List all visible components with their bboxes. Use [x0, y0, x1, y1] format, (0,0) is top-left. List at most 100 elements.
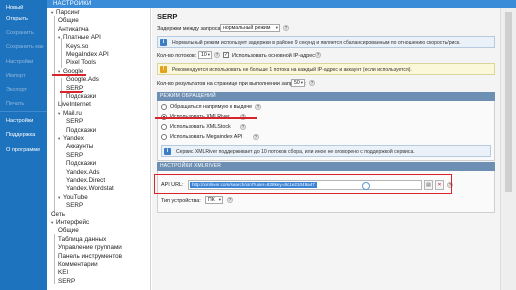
tree-node-label: Сеть	[51, 210, 66, 218]
chevron-down-icon: ▾	[218, 197, 221, 202]
tree-node-label: Панель инструментов	[58, 252, 123, 260]
settings-tree: ▾ Парсинг Общие Антикапча ▾ Платные API Keys.s…	[47, 8, 151, 290]
mode-megaindex-radio[interactable]	[161, 134, 167, 140]
device-select-value: ПК	[208, 197, 215, 203]
tree-node[interactable]: Общие	[58, 227, 79, 234]
tree-node[interactable]: Подсказки	[66, 127, 96, 134]
tree-node-label: Аккаунты	[66, 143, 94, 151]
settings-header: НАСТРОЙКИ	[47, 0, 516, 8]
help-icon[interactable]: ?	[309, 80, 315, 86]
tree-node[interactable]: Аккаунты	[66, 143, 93, 150]
tree-node-label: LiveInternet	[58, 101, 91, 109]
tree-node[interactable]: SERP	[58, 278, 75, 285]
tree-node[interactable]: ▾ Yandex	[58, 135, 84, 142]
tree-node-label: Подсказки	[66, 93, 97, 100]
scrollbar-thumb[interactable]	[505, 12, 512, 192]
tree-guide-line	[61, 38, 62, 68]
info-icon: i	[160, 39, 167, 46]
delay-select[interactable]: нормальный режим ▾	[220, 24, 280, 32]
tree-node[interactable]: ▾ Интерфейс	[51, 219, 89, 226]
sidebar-item-print[interactable]: Печать	[6, 101, 24, 107]
results-select[interactable]: 50 ▾	[291, 79, 305, 87]
tree-node[interactable]: SERP	[66, 118, 83, 125]
help-icon[interactable]: ?	[253, 134, 259, 140]
tree-node[interactable]: Сеть	[51, 211, 65, 218]
mode-megaindex-label: Использовать Megaindex API	[170, 134, 243, 140]
tree-node[interactable]: Общие	[58, 17, 79, 24]
info-icon: i	[164, 148, 171, 155]
tree-node[interactable]: Таблица данных	[58, 236, 106, 243]
tree-node[interactable]: Google.Ads	[66, 76, 99, 83]
help-icon[interactable]: ?	[315, 52, 321, 58]
sidebar-item-open[interactable]: Открыть	[6, 16, 28, 22]
tree-node[interactable]: ▾ Парсинг	[51, 9, 80, 16]
use-main-ip-checkbox[interactable]: ✓	[223, 52, 229, 58]
tree-node-label: Google.Ads	[66, 76, 99, 84]
tree-node-label: KEI	[58, 269, 69, 277]
mode-direct-radio[interactable]	[161, 104, 167, 110]
tree-node[interactable]: MegaIndex API	[66, 51, 109, 58]
sidebar-item-save[interactable]: Сохранить	[6, 30, 34, 36]
tree-node-label: SERP	[66, 202, 84, 210]
sidebar-item-settings[interactable]: Настройки	[6, 118, 33, 124]
mode-xmlstock-radio[interactable]	[161, 124, 167, 130]
tree-node-label: Парсинг	[56, 9, 80, 16]
tree-node-label: YouTube	[63, 193, 88, 201]
tree-node[interactable]: KEI	[58, 269, 68, 276]
tree-node-label: Yandex.Direct	[66, 177, 106, 184]
delay-label: Задержки между запросами:	[157, 26, 229, 32]
sidebar-item-support[interactable]: Поддержка	[6, 132, 35, 138]
normal-mode-info-text: Нормальный режим использует задержки в р…	[172, 40, 461, 46]
tree-node-label: Комментарии	[58, 261, 98, 268]
tree-node[interactable]: Панель инструментов	[58, 253, 122, 260]
tree-underline-annotation	[60, 91, 82, 94]
tree-node-label: Yandex	[63, 135, 84, 142]
help-icon[interactable]: ?	[283, 25, 289, 31]
sidebar-item-export[interactable]: Экспорт	[6, 87, 27, 93]
tree-node[interactable]: Keys.so	[66, 43, 88, 50]
mode-group: Обращаться напрямую к выдаче ? Использов…	[157, 101, 495, 161]
tree-node[interactable]: Управление группами	[58, 244, 122, 251]
tree-node-label: Yandex.Wordstat	[66, 185, 114, 193]
tree-node[interactable]: ▾ Mail.ru	[58, 110, 82, 117]
mode-xmlstock-label: Использовать XMLStock	[170, 124, 231, 130]
sidebar-item-about[interactable]: О программе	[6, 147, 40, 153]
threads-warning: ! Рекомендуется использовать не больше 1…	[157, 63, 495, 75]
mode-direct-label: Обращаться напрямую к выдаче	[170, 104, 253, 110]
tree-node[interactable]: ▾ Платные API	[58, 34, 101, 41]
tree-node[interactable]: Комментарии	[58, 261, 98, 268]
tree-node-label: Mail.ru	[63, 109, 82, 117]
tree-node[interactable]: SERP	[66, 202, 83, 209]
sidebar-item-settings-dim[interactable]: Настройки	[6, 59, 33, 65]
help-icon[interactable]: ?	[240, 124, 246, 130]
tree-node[interactable]: Yandex.Ads	[66, 169, 100, 176]
tree-node[interactable]: Yandex.Direct	[66, 177, 105, 184]
device-select[interactable]: ПК ▾	[205, 196, 223, 204]
results-label: Кол-во результатов на странице при выпол…	[157, 81, 306, 87]
tree-node[interactable]: SERP	[66, 152, 83, 159]
tree-node-label: SERP	[66, 118, 84, 126]
help-icon[interactable]: ?	[214, 52, 220, 58]
api-url-highlight-annotation	[154, 174, 452, 194]
tree-node[interactable]: Подсказки	[66, 160, 96, 167]
tree-node-label: Yandex.Ads	[66, 168, 100, 176]
results-select-value: 50	[294, 80, 300, 86]
threads-select-value: 10	[201, 52, 207, 58]
tree-node[interactable]: Yandex.Wordstat	[66, 185, 114, 192]
tree-node-label: MegaIndex API	[66, 51, 109, 58]
sidebar-item-new[interactable]: Новый	[6, 5, 23, 11]
help-icon[interactable]: ?	[255, 104, 261, 110]
tree-node-label: Таблица данных	[58, 235, 107, 243]
vertical-scrollbar[interactable]	[500, 8, 516, 290]
chevron-down-icon: ▾	[300, 80, 303, 85]
threads-select[interactable]: 10 ▾	[198, 51, 212, 59]
tree-node[interactable]: Pixel Tools	[66, 59, 96, 66]
sidebar-item-import[interactable]: Импорт	[6, 73, 26, 79]
tree-node-label: SERP	[58, 277, 76, 285]
tree-node[interactable]: Антикапча	[58, 26, 89, 33]
sidebar-item-save-as[interactable]: Сохранить как	[6, 44, 43, 50]
help-icon[interactable]: ?	[227, 197, 233, 203]
tree-node[interactable]: LiveInternet	[58, 101, 91, 108]
tree-node[interactable]: Подсказки	[66, 93, 96, 100]
tree-node[interactable]: ▾ YouTube	[58, 194, 88, 201]
